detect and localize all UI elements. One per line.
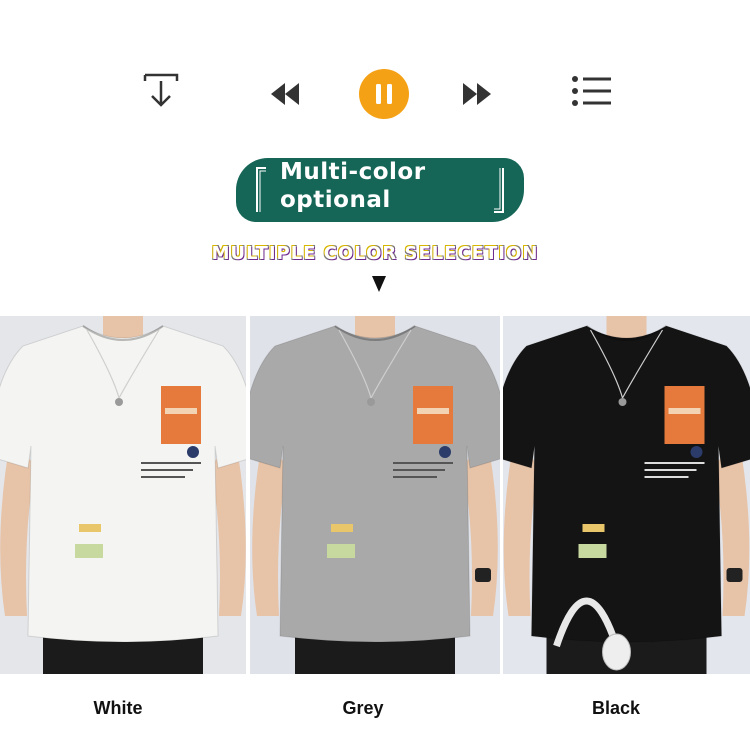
hem-label	[75, 544, 103, 558]
fast-forward-icon	[463, 83, 491, 105]
necklace-pendant	[618, 398, 627, 406]
rewind-button[interactable]	[268, 80, 302, 108]
bracket-right-icon	[494, 168, 504, 213]
hem-tag	[582, 524, 605, 532]
banner-title-line2: optional	[280, 187, 391, 213]
product-image-white	[0, 316, 246, 674]
hem-tag	[79, 524, 101, 532]
rewind-icon	[271, 83, 299, 105]
color-label-grey: Grey	[342, 698, 384, 718]
print-badge	[187, 446, 199, 458]
player-controls	[0, 60, 750, 124]
print-text-line	[393, 462, 453, 464]
bracket-left-icon	[256, 167, 266, 212]
pause-button[interactable]	[359, 69, 409, 119]
hem-tag	[331, 524, 353, 532]
print-patch-stripe	[417, 408, 449, 414]
print-text-line	[644, 462, 705, 464]
t-shirt	[503, 325, 750, 643]
playlist-icon	[572, 76, 611, 106]
product-image-grey	[250, 316, 500, 674]
print-text-line	[393, 476, 437, 478]
t-shirt	[0, 325, 246, 643]
print-text-line	[141, 462, 201, 464]
print-patch-stripe	[668, 408, 701, 414]
print-text-line	[141, 469, 193, 471]
product-image-black	[503, 316, 750, 674]
headphone-cup	[602, 633, 631, 671]
print-patch	[161, 386, 201, 444]
print-text-line	[644, 476, 689, 478]
section-subtitle: MULTIPLE COLOR SELECETION	[211, 243, 539, 264]
print-text-line	[393, 469, 445, 471]
print-patch	[413, 386, 453, 444]
print-patch-stripe	[165, 408, 197, 414]
playlist-button[interactable]	[568, 73, 614, 109]
download-button[interactable]	[140, 72, 182, 112]
print-text-line	[141, 476, 185, 478]
color-label-white: White	[93, 698, 143, 718]
print-badge	[690, 446, 703, 458]
banner-title-line1: Multi-color	[280, 159, 426, 185]
download-icon	[143, 73, 179, 107]
t-shirt	[250, 325, 500, 643]
hem-label	[578, 544, 607, 558]
print-text-line	[644, 469, 697, 471]
fast-forward-button[interactable]	[460, 80, 494, 108]
multi-color-banner: Multi-color optional	[236, 158, 524, 222]
necklace-pendant	[115, 398, 123, 406]
watch	[726, 568, 743, 582]
down-arrow-icon	[372, 276, 386, 292]
watch	[475, 568, 491, 582]
color-label-black: Black	[591, 698, 641, 718]
print-patch	[664, 386, 705, 444]
pause-icon	[376, 84, 392, 104]
necklace-pendant	[367, 398, 375, 406]
hem-label	[327, 544, 355, 558]
print-badge	[439, 446, 451, 458]
